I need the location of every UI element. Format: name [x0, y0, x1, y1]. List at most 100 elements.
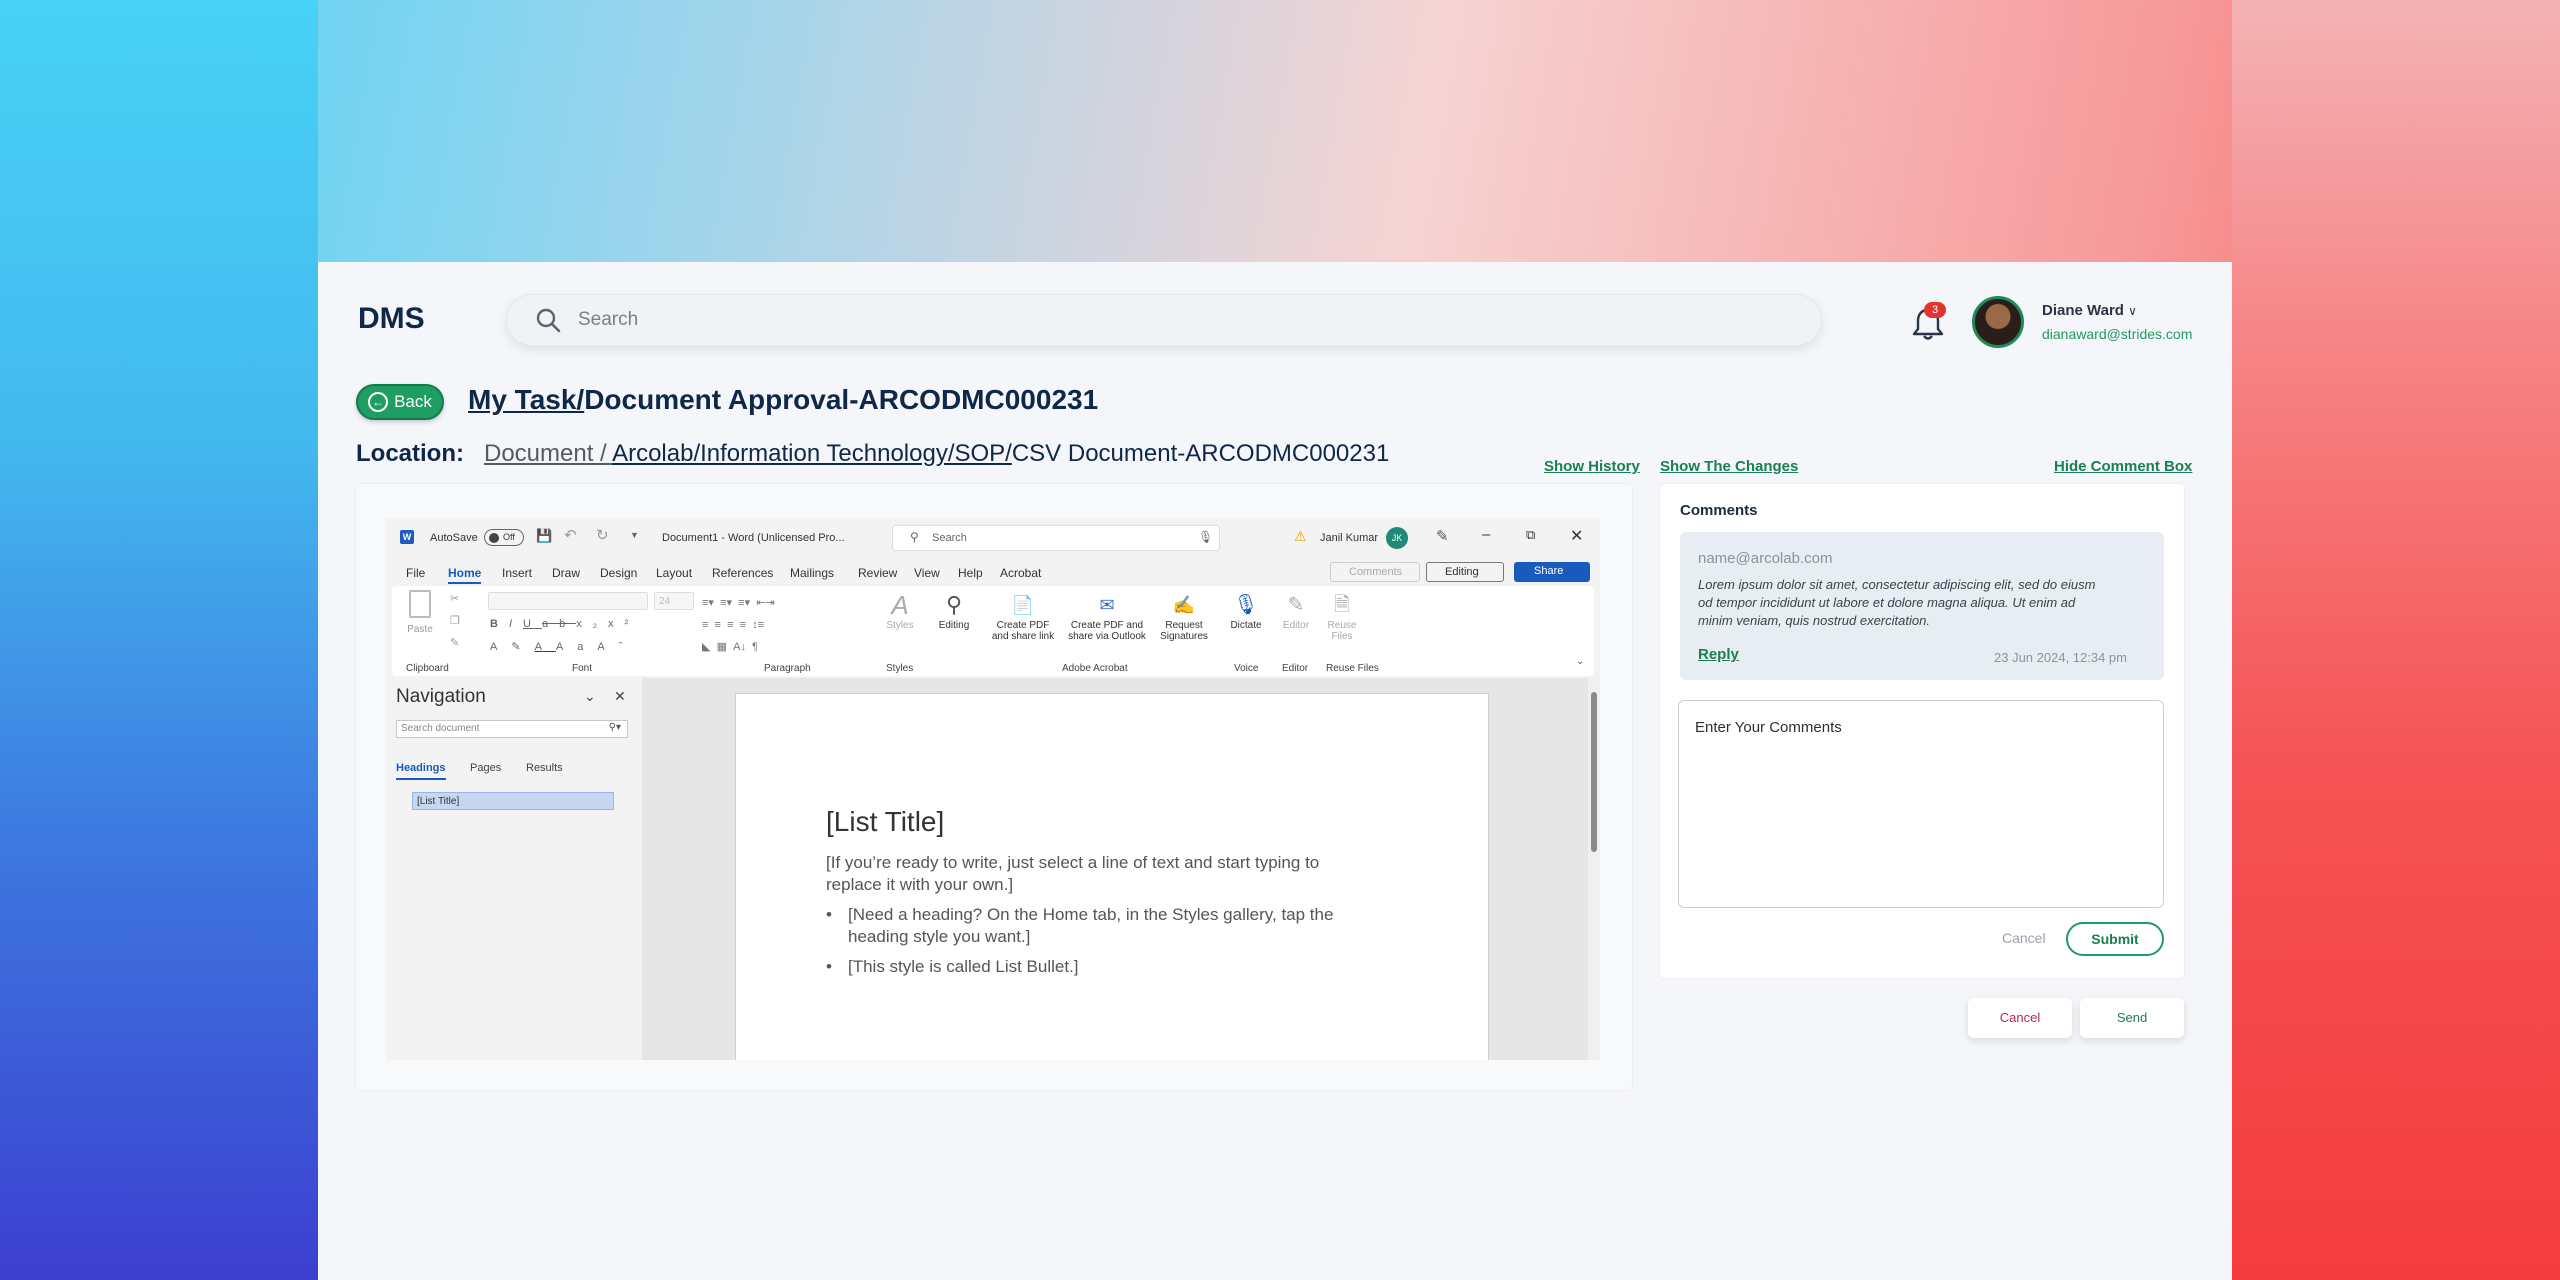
menu-draw[interactable]: Draw [552, 566, 580, 580]
align-left-icon[interactable]: ≡ [702, 619, 708, 631]
nav-tab-results[interactable]: Results [526, 762, 563, 774]
indent-icon[interactable]: ⇤⇥ [756, 597, 774, 609]
comment-input[interactable] [1678, 700, 2164, 908]
word-user-avatar[interactable]: JK [1386, 527, 1408, 549]
italic-icon[interactable]: I [509, 618, 523, 630]
menu-review[interactable]: Review [858, 566, 897, 580]
nav-tab-headings[interactable]: Headings [396, 762, 446, 780]
menu-mailings[interactable]: Mailings [790, 566, 834, 580]
create-pdf-button[interactable]: 📄 Create PDF and share link [986, 590, 1060, 642]
reuse-files-button[interactable]: 🗎 Reuse Files [1322, 590, 1362, 642]
nav-search-box[interactable]: Search document ⚲▾ [396, 720, 628, 738]
pen-icon[interactable]: ✎ [1436, 527, 1449, 545]
editing-button[interactable]: Editing [1426, 562, 1504, 582]
breadcrumb-document[interactable]: Document / [484, 440, 612, 467]
word-viewer[interactable]: W AutoSave Off 💾 ↶ ↻ ▼ Document1 - Word … [386, 518, 1600, 1060]
align-right-icon[interactable]: ≡ [727, 619, 733, 631]
font-color-icon[interactable]: A [535, 641, 556, 653]
underline-icon[interactable]: U [523, 618, 542, 630]
collapse-ribbon-icon[interactable]: ⌄ [1576, 656, 1584, 667]
share-button[interactable]: Share [1514, 562, 1590, 582]
breadcrumb-path[interactable]: Arcolab/Information Technology/SOP/ [612, 440, 1012, 467]
subscript-icon[interactable]: x₂ [576, 618, 608, 630]
strikethrough-icon[interactable]: ab [542, 618, 576, 630]
menu-home[interactable]: Home [448, 566, 482, 584]
back-button[interactable]: ← Back [356, 384, 444, 420]
request-signatures-button[interactable]: ✍ Request Signatures [1154, 590, 1214, 642]
editor-button[interactable]: ✎ Editor [1276, 590, 1316, 631]
font-size-select[interactable]: 24 [654, 592, 694, 610]
chevron-down-icon[interactable]: ⌄ [584, 688, 596, 705]
sort-icon[interactable]: A↓ [733, 641, 746, 653]
menu-view[interactable]: View [914, 566, 940, 580]
document-page[interactable]: [List Title] [If you’re ready to write, … [736, 694, 1488, 1060]
save-icon[interactable]: 💾 [536, 528, 552, 544]
show-changes-link[interactable]: Show The Changes [1660, 458, 1798, 475]
doc-heading: [List Title] [826, 806, 945, 837]
copy-icon[interactable]: ❐ [450, 614, 460, 627]
menu-layout[interactable]: Layout [656, 566, 692, 580]
document-scrollbar[interactable] [1588, 678, 1600, 1060]
paste-button[interactable]: Paste [402, 590, 438, 635]
comment-textarea[interactable] [1679, 701, 2163, 907]
menu-help[interactable]: Help [958, 566, 983, 580]
user-name[interactable]: Diane Ward ∨ [2042, 302, 2137, 319]
styles-button[interactable]: A Styles [880, 590, 920, 631]
microphone-icon[interactable]: 🎙 [1198, 530, 1213, 544]
text-effects-icon[interactable]: A [490, 641, 511, 653]
cut-icon[interactable]: ✂ [450, 592, 459, 605]
comment-submit-button[interactable]: Submit [2066, 922, 2164, 956]
menu-references[interactable]: References [712, 566, 773, 580]
format-painter-icon[interactable]: ✎ [450, 636, 459, 649]
avatar[interactable] [1972, 296, 2024, 348]
undo-icon[interactable]: ↶ [564, 526, 577, 544]
menu-acrobat[interactable]: Acrobat [1000, 566, 1041, 580]
breadcrumb-my-task[interactable]: My Task/ [468, 384, 584, 415]
multilevel-icon[interactable]: ≡▾ [738, 597, 750, 609]
menu-design[interactable]: Design [600, 566, 637, 580]
search-icon: ⚲▾ [608, 722, 621, 733]
font-name-select[interactable] [488, 592, 648, 610]
reply-link[interactable]: Reply [1698, 646, 1739, 663]
highlight-icon[interactable]: ✎ [511, 641, 534, 653]
comment-cancel-button[interactable]: Cancel [2002, 930, 2046, 946]
menu-insert[interactable]: Insert [502, 566, 532, 580]
comments-title: Comments [1680, 502, 1758, 519]
dictate-button[interactable]: 🎙 Dictate [1224, 590, 1268, 631]
bold-icon[interactable]: B [490, 618, 509, 630]
line-spacing-icon[interactable]: ↕≡ [752, 619, 764, 631]
hide-comment-box-link[interactable]: Hide Comment Box [2054, 458, 2192, 475]
doc-paragraph: [If you’re ready to write, just select a… [826, 853, 1320, 894]
editing-ribbon-button[interactable]: ⚲ Editing [932, 590, 976, 631]
customize-icon[interactable]: ▼ [630, 530, 639, 540]
show-history-link[interactable]: Show History [1544, 458, 1640, 475]
scrollbar-thumb[interactable] [1591, 692, 1597, 852]
close-icon[interactable]: ✕ [1570, 526, 1583, 546]
change-case-icon[interactable]: Aa [556, 641, 597, 653]
align-center-icon[interactable]: ≡ [715, 619, 721, 631]
chevron-down-icon[interactable]: ∨ [2128, 304, 2137, 318]
restore-icon[interactable]: ⧉ [1526, 527, 1535, 543]
grow-font-icon[interactable]: Aˆ [597, 641, 636, 653]
close-icon[interactable]: ✕ [614, 688, 626, 705]
send-button[interactable]: Send [2080, 998, 2184, 1038]
cancel-button[interactable]: Cancel [1968, 998, 2072, 1038]
create-pdf-outlook-button[interactable]: ✉ Create PDF and share via Outlook [1064, 590, 1150, 642]
search-input[interactable] [578, 309, 1678, 331]
menu-file[interactable]: File [406, 566, 425, 580]
minimize-icon[interactable]: – [1482, 526, 1490, 543]
superscript-icon[interactable]: x² [608, 618, 639, 630]
pilcrow-icon[interactable]: ¶ [752, 641, 758, 653]
bullets-icon[interactable]: ≡▾ [702, 597, 714, 609]
nav-tab-pages[interactable]: Pages [470, 762, 501, 774]
shading-icon[interactable]: ◣ [702, 641, 710, 653]
numbering-icon[interactable]: ≡▾ [720, 597, 732, 609]
comments-button[interactable]: Comments [1330, 562, 1420, 582]
justify-icon[interactable]: ≡ [740, 619, 746, 631]
redo-icon[interactable]: ↻ [596, 526, 609, 544]
borders-icon[interactable]: ▦ [717, 641, 727, 653]
styles-icon: A [891, 590, 909, 620]
nav-heading-item[interactable]: [List Title] [412, 792, 614, 810]
global-search[interactable] [506, 294, 1822, 346]
toggle-knob-icon [489, 533, 499, 543]
